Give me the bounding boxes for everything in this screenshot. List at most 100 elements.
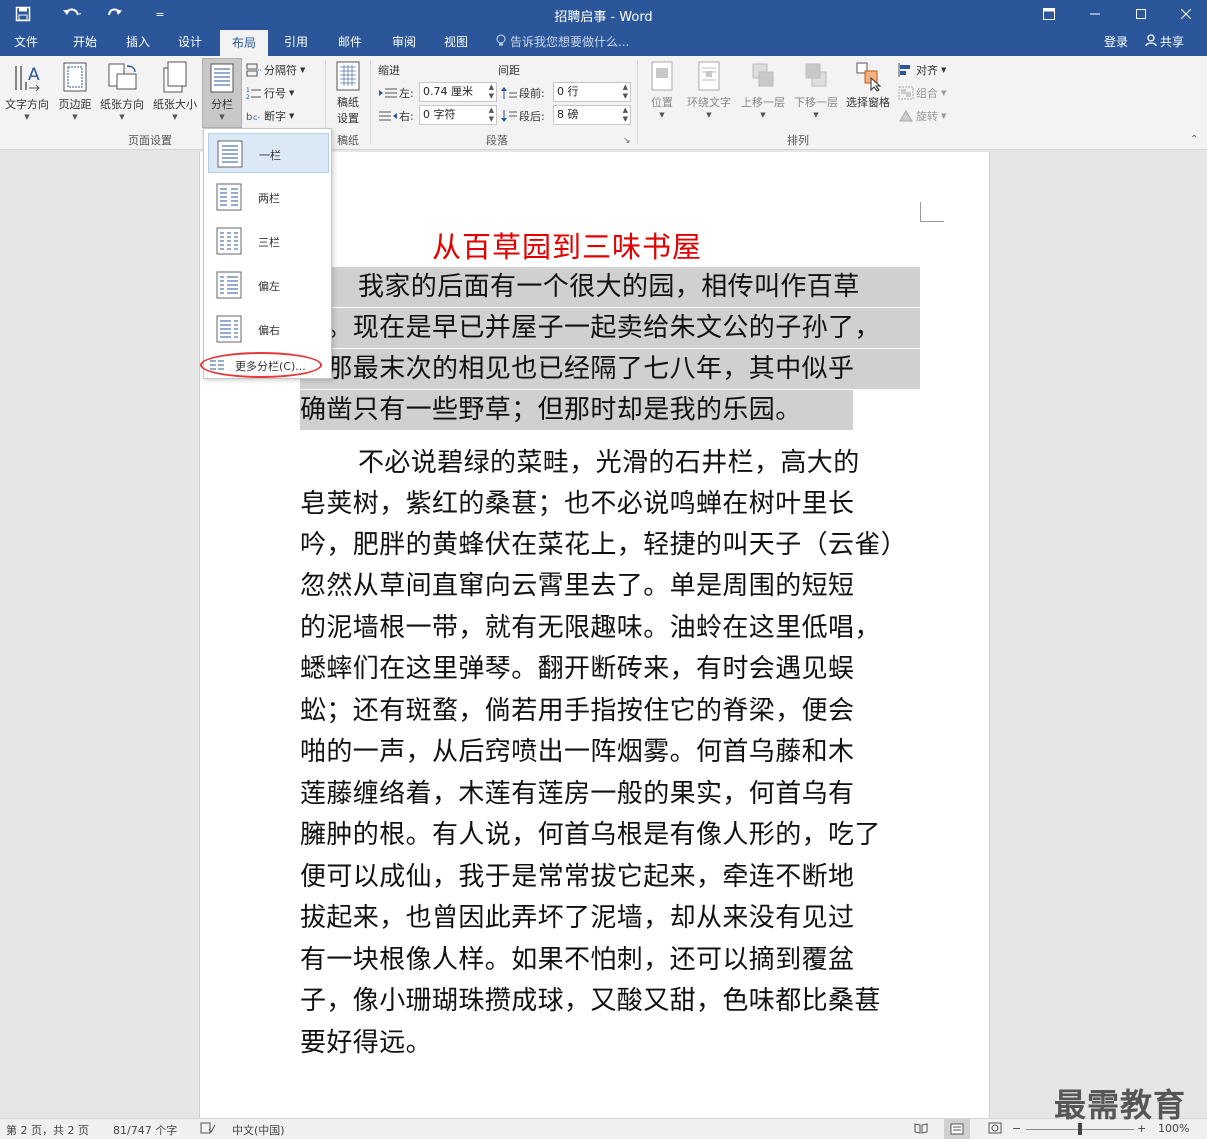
doc-line[interactable]: 莲藤缠络着，木莲有莲房一般的果实，何首乌有 (300, 774, 854, 814)
word-count[interactable]: 81/747 个字 (113, 1122, 177, 1138)
doc-line[interactable]: 便可以成仙，我于是常常拔它起来，牵连不断地 (300, 857, 854, 897)
doc-line[interactable]: 子，像小珊瑚珠攒成球，又酸又甜，色味都比桑葚 (300, 981, 881, 1021)
spacing-after-field[interactable]: 8 磅 ▲ ▼ (553, 105, 631, 125)
selection-pane-button[interactable]: 选择窗格 (842, 60, 894, 110)
indent-title: 缩进 (378, 64, 400, 77)
tab-layout[interactable]: 布局 (220, 30, 268, 56)
columns-option-label: 偏左 (258, 280, 280, 293)
doc-line[interactable]: 连那最末次的相见也已经隔了七八年，其中似乎 (300, 349, 920, 389)
draft-settings-button[interactable]: 稿纸 设置 (330, 60, 366, 126)
indent-left-field[interactable]: 0.74 厘米 ▲ ▼ (419, 82, 497, 102)
tab-insert[interactable]: 插入 (114, 28, 162, 56)
spacing-after-label: 段后: (519, 110, 545, 123)
customize-toolbar-icon[interactable]: = (150, 4, 170, 24)
columns-option-one[interactable]: 一栏 (208, 133, 329, 173)
orientation-button[interactable]: 纸张方向 ▼ (97, 60, 147, 121)
collapse-ribbon-icon[interactable]: ⌃ (1190, 134, 1198, 145)
breaks-label: 分隔符 (264, 64, 297, 77)
doc-line[interactable]: 的泥墙根一带，就有无限趣味。油蛉在这里低唱， (300, 608, 881, 648)
doc-line[interactable]: 不必说碧绿的菜畦，光滑的石井栏，高大的 (300, 443, 860, 483)
doc-line[interactable]: 确凿只有一些野草；但那时却是我的乐园。 (300, 390, 853, 430)
print-layout-icon[interactable] (944, 1119, 970, 1139)
tab-design[interactable]: 设计 (166, 28, 214, 56)
size-button[interactable]: 纸张大小 ▼ (150, 60, 200, 121)
doc-line[interactable]: 蟋蟀们在这里弹琴。翻开断砖来，有时会遇见蜈 (300, 649, 854, 689)
wrap-text-button[interactable]: 环绕文字 ▼ (683, 60, 735, 119)
doc-line[interactable]: 我家的后面有一个很大的园，相传叫作百草 (300, 267, 920, 307)
maximize-button[interactable] (1118, 0, 1164, 28)
save-icon[interactable] (10, 4, 36, 24)
indent-right-field[interactable]: 0 字符 ▲ ▼ (419, 105, 497, 125)
tab-view[interactable]: 视图 (432, 28, 480, 56)
spacing-title: 间距 (498, 64, 520, 77)
indent-right-icon (379, 111, 397, 121)
bring-forward-button[interactable]: 上移一层 ▼ (737, 60, 789, 119)
tab-mailings[interactable]: 邮件 (326, 28, 374, 56)
doc-line[interactable]: 拔起来，也曾因此弄坏了泥墙，却从来没有见过 (300, 898, 854, 938)
left-column-icon (216, 271, 242, 299)
read-mode-icon[interactable] (914, 1122, 928, 1137)
tab-home[interactable]: 开始 (60, 28, 110, 56)
doc-line[interactable]: 要好得远。 (300, 1023, 432, 1063)
columns-option-left[interactable]: 偏左 (208, 265, 329, 305)
redo-icon[interactable] (104, 4, 126, 24)
doc-line[interactable]: 臃肿的根。有人说，何首乌根是有像人形的，吃了 (300, 815, 881, 855)
language-indicator[interactable]: 中文(中国) (232, 1122, 285, 1138)
tab-file[interactable]: 文件 (0, 28, 52, 56)
align-button[interactable]: 对齐 ▼ (898, 62, 946, 78)
zoom-out-button[interactable]: − (1012, 1122, 1021, 1135)
login-button[interactable]: 登录 (1104, 28, 1128, 56)
indent-right-label-group: 右: (379, 108, 414, 124)
group-objects-button[interactable]: 组合 ▼ (898, 85, 946, 101)
spinner-icon[interactable]: ▲ ▼ (623, 83, 628, 101)
spinner-icon[interactable]: ▲ ▼ (489, 106, 494, 124)
web-layout-icon[interactable] (988, 1122, 1002, 1137)
columns-button[interactable]: 分栏 ▼ (202, 58, 242, 128)
proofing-icon[interactable] (200, 1122, 216, 1137)
crop-mark (920, 202, 944, 222)
columns-option-label: 三栏 (258, 236, 280, 249)
doc-line[interactable]: 蚣；还有斑蝥，倘若用手指按住它的脊梁，便会 (300, 691, 854, 731)
undo-icon[interactable] (55, 4, 89, 24)
align-icon (898, 63, 910, 77)
minimize-button[interactable] (1072, 0, 1118, 28)
rotate-button[interactable]: 旋转 ▼ (898, 108, 946, 124)
doc-line[interactable]: 吟，肥胖的黄蜂伏在菜花上，轻捷的叫天子（云雀） (300, 525, 907, 565)
tab-review[interactable]: 审阅 (380, 28, 428, 56)
selection-pane-icon (856, 62, 882, 92)
send-backward-button[interactable]: 下移一层 ▼ (790, 60, 842, 119)
lightbulb-icon (496, 29, 506, 57)
breaks-button[interactable]: 分隔符 ▼ (246, 62, 305, 78)
tell-me-search[interactable]: 告诉我您想要做什么... (496, 28, 629, 56)
columns-option-three[interactable]: 三栏 (208, 221, 329, 261)
more-columns-button[interactable]: 更多分栏(C)... (200, 352, 331, 378)
doc-line[interactable]: 有一块根像人样。如果不怕刺，还可以摘到覆盆 (300, 940, 854, 980)
columns-option-right[interactable]: 偏右 (208, 309, 329, 349)
page-indicator[interactable]: 第 2 页，共 2 页 (6, 1122, 89, 1138)
chevron-down-icon: ▼ (659, 111, 665, 119)
doc-line[interactable]: 忽然从草间直窜向云霄里去了。单是周围的短短 (300, 566, 854, 606)
line-numbers-label: 行号 (264, 87, 286, 100)
right-column-icon (216, 315, 242, 343)
share-button[interactable]: 共享 (1145, 28, 1184, 57)
spinner-icon[interactable]: ▲ ▼ (489, 83, 494, 101)
close-button[interactable] (1163, 0, 1207, 28)
tab-references[interactable]: 引用 (272, 28, 320, 56)
document-title[interactable]: 从百草园到三味书屋 (432, 224, 702, 266)
hyphenation-button[interactable]: b c- 断字 ▼ (246, 108, 294, 124)
line-numbers-button[interactable]: 12 行号 ▼ (246, 85, 294, 101)
share-label: 共享 (1160, 35, 1185, 49)
spacing-before-field[interactable]: 0 行 ▲ ▼ (553, 82, 631, 102)
margins-button[interactable]: 页边距 ▼ (54, 60, 96, 121)
position-button[interactable]: 位置 ▼ (643, 60, 681, 119)
group-divider (637, 60, 638, 144)
columns-option-two[interactable]: 两栏 (208, 177, 329, 217)
ribbon-display-options-icon[interactable] (1026, 0, 1072, 28)
doc-line[interactable]: 皂荚树，紫红的桑葚；也不必说鸣蝉在树叶里长 (300, 484, 854, 524)
spacing-after-label-group: 段后: (501, 108, 545, 124)
spinner-icon[interactable]: ▲ ▼ (623, 106, 628, 124)
doc-line[interactable]: 园。现在是早已并屋子一起卖给朱文公的子孙了， (300, 308, 920, 348)
text-direction-button[interactable]: A 文字方向 ▼ (2, 60, 52, 121)
doc-line[interactable]: 啪的一声，从后窍喷出一阵烟雾。何首乌藤和木 (300, 732, 854, 772)
dialog-launcher-icon[interactable]: ↘ (623, 136, 631, 146)
